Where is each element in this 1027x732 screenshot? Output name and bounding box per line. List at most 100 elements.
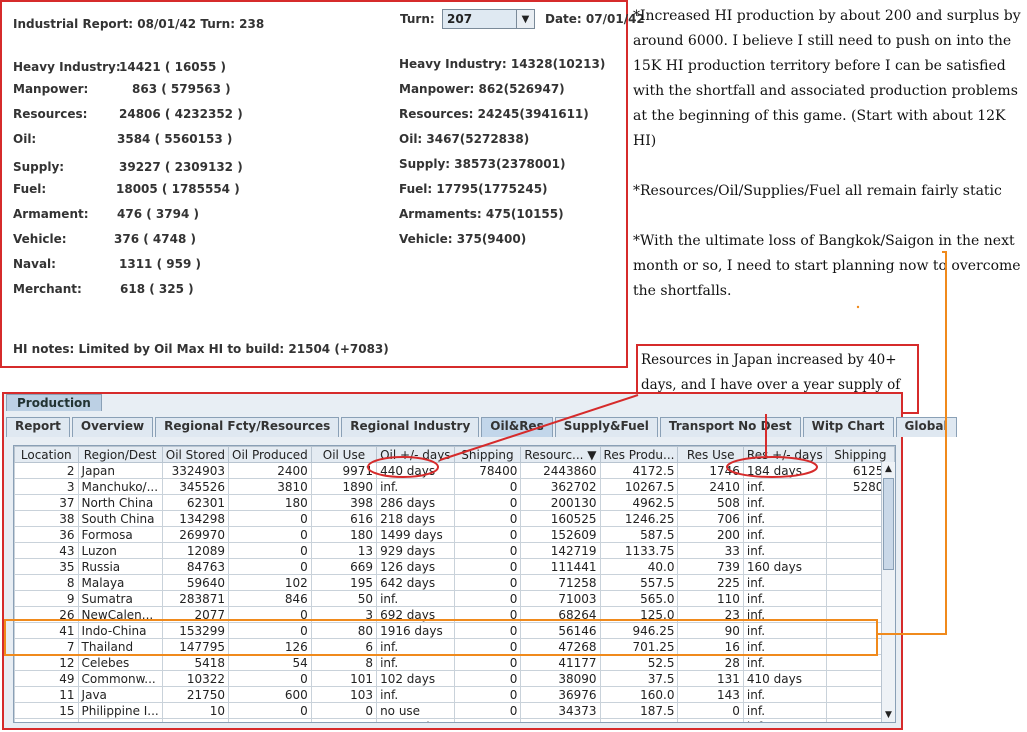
table-row[interactable]: 36 Formosa 269970 0 180 1499 days 0 152609 587.5… [14,526,895,543]
table-cell: inf. [742,478,827,495]
table-cell: 10 [161,702,230,719]
stat-value: 1311 ( 959 ) [119,257,201,271]
table-cell: 0 [453,622,522,639]
column-header[interactable]: Res +/- days [742,446,827,463]
table-row[interactable]: 37 North China 62301 180 398 286 days 0 200130 4… [14,494,895,511]
table-row[interactable]: 43 Luzon 12089 0 13 929 days 0 142719 1133.75 33 i… [14,542,895,559]
tab-witp-chart[interactable]: Witp Chart [802,417,894,437]
table-cell: 3 [310,606,378,623]
table-row[interactable]: 9 Sumatra 283871 846 50 inf. 0 71003 565.0 110 inf… [14,590,895,607]
table-row[interactable]: 8 Malaya 59640 102 195 642 days 0 71258 557.5 225… [14,574,895,591]
table-cell: 1133.75 [599,542,679,559]
table-cell: 600 [228,686,312,703]
table-row[interactable]: 35 Russia 84763 0 669 126 days 0 111441 40.0 739 1… [14,558,895,575]
scroll-thumb[interactable] [883,478,894,570]
table-cell: 143 [677,686,744,703]
column-header[interactable]: Res Use [677,446,744,463]
column-header[interactable]: Oil Stored [161,446,230,463]
table-cell: 50 [310,590,378,607]
table-cell: 47268 [520,638,601,655]
column-header[interactable]: Oil Produced [228,446,312,463]
table-cell: Malaya [77,574,163,591]
table-cell: 3324903 [161,462,230,479]
table-cell: 0 [310,702,378,719]
previous-stat: Fuel: 17795(1775245) [399,182,548,196]
previous-stat: Heavy Industry: 14328(10213) [399,57,606,71]
table-cell: 0 [453,494,522,511]
previous-stat: Oil: 3467(5272838) [399,132,530,146]
table-cell: 0 [228,622,312,639]
stat-label: Oil: [13,132,37,146]
table-row[interactable]: 12Celebes5418548inf.04117752.528inf.0 [14,654,895,671]
stat-label: Armament: [13,207,89,221]
table-cell: 150074 [161,718,230,722]
table-row[interactable]: 3 Manchuko/... 345526 3810 1890 inf. 0 362702 10… [14,478,895,495]
scroll-up-icon[interactable]: ▲ [882,462,895,476]
column-header[interactable]: Shipping [453,446,522,463]
column-header[interactable]: Location [14,446,79,463]
table-cell: 62301 [161,494,230,511]
table-cell: 0 [228,606,312,623]
table-cell: 0 [453,558,522,575]
table-row[interactable]: 26 NewCalen... 2077 0 3 692 days 0 68264 125.0 23… [14,606,895,623]
table-cell: 2410 [677,478,744,495]
vertical-scrollbar[interactable]: ▲ ▼ [881,462,895,722]
chevron-down-icon[interactable]: ▼ [516,10,534,28]
table-row[interactable]: 15 Philippine I... 10 0 0 no use 0 34373 187.5 0 i… [14,702,895,719]
column-header[interactable]: Region/Dest [77,446,163,463]
table-row[interactable]: 7 Thailand 147795 126 6 inf. 0 47268 701.25 16 inf… [14,638,895,655]
table-row[interactable]: 10Un...1500740123000 d...014035100.751in… [14,718,895,722]
table-cell: 0 [228,718,312,722]
column-header[interactable]: Res Produ... [599,446,679,463]
column-header[interactable]: Oil Use [310,446,378,463]
table-row[interactable]: 41 Indo-China 153299 0 80 1916 days 0 56146 946.… [14,622,895,639]
table-cell: Indo-China [77,622,163,639]
table-cell: 187.5 [599,702,679,719]
table-cell: 78400 [453,462,522,479]
table-cell: 218 days [376,510,455,527]
table-cell: 1 [677,718,744,722]
table-cell: 110 [677,590,744,607]
table-row[interactable]: 38 South China 134298 0 616 218 days 0 160525 12… [14,510,895,527]
table-cell: Russia [77,558,163,575]
column-header[interactable]: Oil +/- days [376,446,455,463]
stat-label: Naval: [13,257,56,271]
table-cell: inf. [376,590,455,607]
table-cell: NewCalen... [77,606,163,623]
table-cell: Celebes [77,654,163,671]
data-table: Location Region/Dest Oil Stored Oil Produce… [14,446,895,722]
turn-select[interactable]: 207 ▼ [442,9,535,29]
tab-regional-industry[interactable]: Regional Industry [341,417,480,437]
table-cell: 26 [14,606,79,623]
table-cell: 100.75 [599,718,679,722]
table-cell: Philippine I... [77,702,163,719]
table-cell: 701.25 [599,638,679,655]
table-cell: 36 [14,526,79,543]
table-cell: 8 [14,574,79,591]
tab-supply-fuel[interactable]: Supply&Fuel [554,417,658,437]
table-cell: 131 [677,670,744,687]
table-row[interactable]: 49 Commonw... 10322 0 101 102 days 0 38090 37.5 1… [14,670,895,687]
column-header[interactable]: Resourc... ▼ [520,446,601,463]
tab-oil-res[interactable]: Oil&Res [481,417,553,437]
table-cell: inf. [742,590,827,607]
table-row[interactable]: 2 Japan 3324903 2400 9971 440 days 78400 244386… [14,462,895,479]
stat-label: Fuel: [13,182,47,196]
table-cell: 4172.5 [599,462,679,479]
table-cell: 59640 [161,574,230,591]
tab-regional-fcty-resources[interactable]: Regional Fcty/Resources [155,417,340,437]
table-cell: 0 [228,542,312,559]
table-cell: 225 [677,574,744,591]
column-header[interactable]: Shipping [825,446,895,463]
table-cell: 90 [677,622,744,639]
tab-transport-no-dest[interactable]: Transport No Dest [659,417,801,437]
table-row[interactable]: 11Java21750600103inf.036976160.0143inf.0 [14,686,895,703]
tab-report[interactable]: Report [6,417,70,437]
scroll-down-icon[interactable]: ▼ [882,708,895,722]
stat-value: 618 ( 325 ) [120,282,194,296]
table-cell: Japan [77,462,163,479]
tab-overview[interactable]: Overview [71,417,154,437]
tab-global[interactable]: Global [895,417,957,437]
table-cell: Un... [77,718,163,722]
table-cell: 2400 [228,462,312,479]
